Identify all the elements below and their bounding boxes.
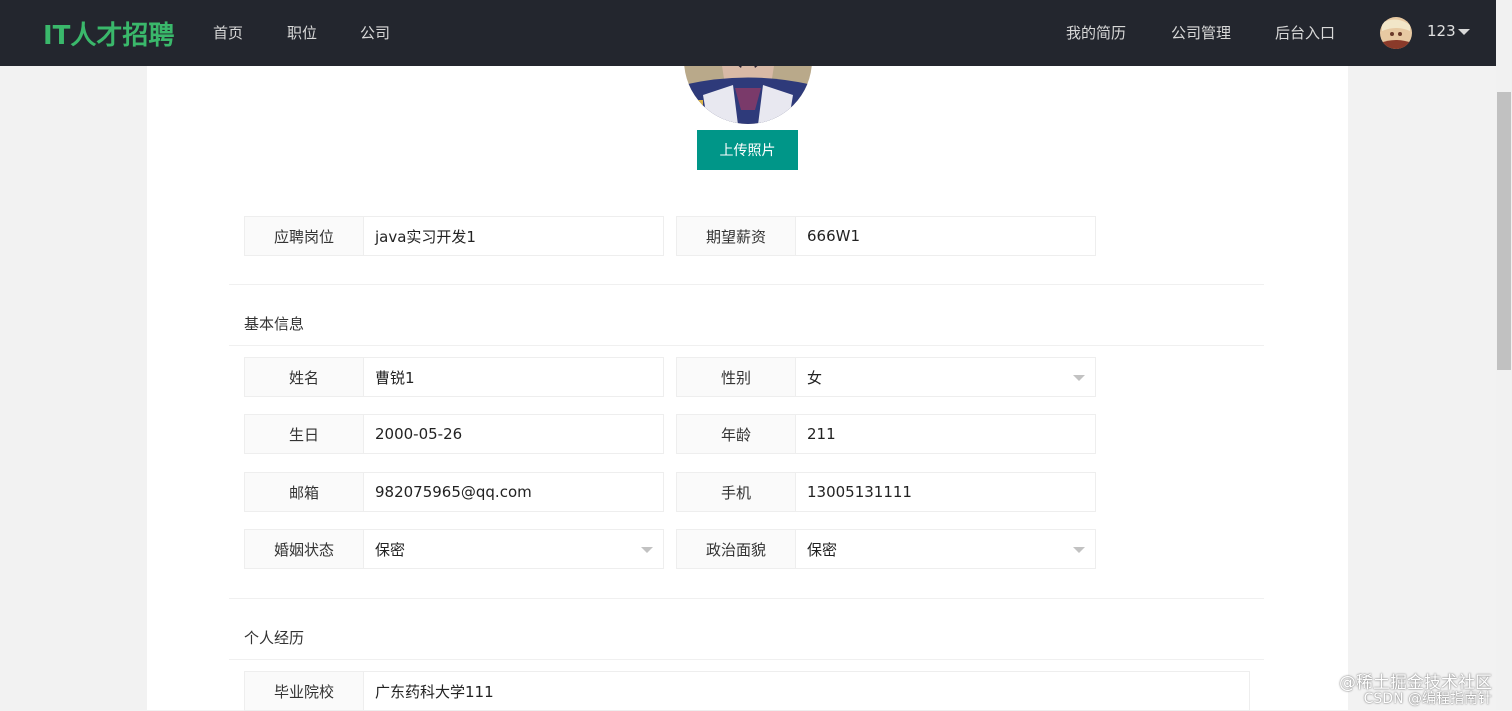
birthday-label: 生日 xyxy=(245,415,364,453)
position-label: 应聘岗位 xyxy=(245,217,364,255)
divider xyxy=(229,284,1264,285)
upload-photo-button[interactable]: 上传照片 xyxy=(697,130,798,170)
gender-label: 性别 xyxy=(677,358,796,396)
salary-label: 期望薪资 xyxy=(677,217,796,255)
phone-label: 手机 xyxy=(677,473,796,511)
field-position: 应聘岗位 java实习开发1 xyxy=(244,216,664,256)
user-name[interactable]: 123 xyxy=(1427,22,1456,40)
school-label: 毕业院校 xyxy=(245,672,364,710)
divider xyxy=(229,345,1264,346)
top-navbar: IT人才招聘 首页 职位 公司 我的简历 公司管理 后台入口 123 xyxy=(0,0,1496,66)
caret-down-icon[interactable] xyxy=(1073,547,1085,553)
field-email: 邮箱 982075965@qq.com xyxy=(244,472,664,512)
nav-company-management[interactable]: 公司管理 xyxy=(1171,22,1231,43)
experience-title: 个人经历 xyxy=(244,629,305,647)
field-name: 姓名 曹锐1 xyxy=(244,357,664,397)
field-marital: 婚姻状态 保密 xyxy=(244,529,664,569)
phone-input[interactable]: 13005131111 xyxy=(796,473,1095,511)
marital-label: 婚姻状态 xyxy=(245,530,364,568)
age-input[interactable]: 211 xyxy=(796,415,1095,453)
field-phone: 手机 13005131111 xyxy=(676,472,1096,512)
field-gender: 性别 女 xyxy=(676,357,1096,397)
divider xyxy=(229,598,1264,599)
salary-input[interactable]: 666W1 xyxy=(796,217,1095,255)
field-school: 毕业院校 广东药科大学111 xyxy=(244,671,1250,711)
email-input[interactable]: 982075965@qq.com xyxy=(364,473,663,511)
nav-admin-entry[interactable]: 后台入口 xyxy=(1275,22,1335,43)
name-input[interactable]: 曹锐1 xyxy=(364,358,663,396)
political-label: 政治面貌 xyxy=(677,530,796,568)
age-label: 年龄 xyxy=(677,415,796,453)
nav-jobs[interactable]: 职位 xyxy=(287,22,317,43)
field-birthday: 生日 2000-05-26 xyxy=(244,414,664,454)
marital-value: 保密 xyxy=(375,540,406,559)
position-input[interactable]: java实习开发1 xyxy=(364,217,663,255)
gender-select[interactable]: 女 xyxy=(796,358,1095,396)
birthday-input[interactable]: 2000-05-26 xyxy=(364,415,663,453)
nav-home[interactable]: 首页 xyxy=(213,22,243,43)
site-logo[interactable]: IT人才招聘 xyxy=(43,15,174,52)
school-input[interactable]: 广东药科大学111 xyxy=(364,672,1249,710)
field-political: 政治面貌 保密 xyxy=(676,529,1096,569)
gender-value: 女 xyxy=(807,368,823,387)
caret-down-icon[interactable] xyxy=(1458,29,1470,35)
email-label: 邮箱 xyxy=(245,473,364,511)
marital-select[interactable]: 保密 xyxy=(364,530,663,568)
caret-down-icon[interactable] xyxy=(641,547,653,553)
scrollbar-thumb[interactable] xyxy=(1497,92,1511,370)
nav-my-resume[interactable]: 我的简历 xyxy=(1066,22,1126,43)
nav-companies[interactable]: 公司 xyxy=(360,22,390,43)
user-avatar[interactable] xyxy=(1380,17,1412,49)
divider xyxy=(229,659,1264,660)
field-age: 年龄 211 xyxy=(676,414,1096,454)
name-label: 姓名 xyxy=(245,358,364,396)
watermark-csdn: CSDN @编程指南针 xyxy=(1363,691,1492,707)
caret-down-icon[interactable] xyxy=(1073,375,1085,381)
political-value: 保密 xyxy=(807,540,838,559)
field-salary: 期望薪资 666W1 xyxy=(676,216,1096,256)
basic-info-title: 基本信息 xyxy=(244,315,305,333)
political-select[interactable]: 保密 xyxy=(796,530,1095,568)
